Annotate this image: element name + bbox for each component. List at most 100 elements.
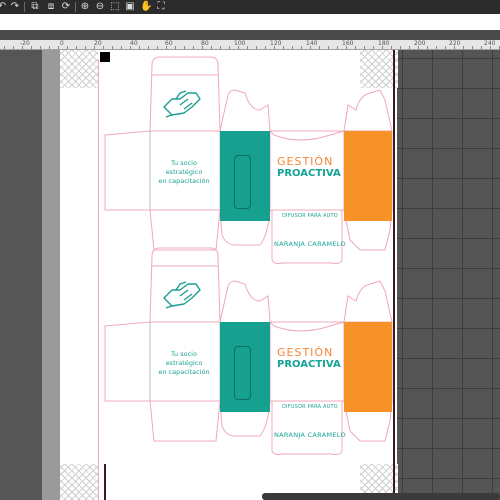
ruler-tick	[427, 46, 428, 49]
undo-icon[interactable]: ↶	[0, 1, 8, 13]
ruler-tick	[148, 46, 149, 49]
ruler-tick	[283, 46, 284, 49]
product-label: DIFUSOR PARA AUTO	[282, 404, 338, 410]
ruler-tick	[481, 46, 482, 49]
ruler-tick	[328, 46, 329, 49]
window-slot	[234, 346, 251, 400]
side-panel-orange	[344, 322, 392, 412]
box-dieline-1[interactable]: Tu socio estratégico en capacitación GES…	[60, 55, 397, 265]
rotate-icon[interactable]: ⟳	[60, 1, 72, 13]
ruler-tick	[184, 46, 185, 49]
ruler-tick	[436, 46, 437, 49]
ruler-label: 200	[414, 40, 426, 47]
ruler-tick	[256, 46, 257, 49]
tagline-line: estratégico	[165, 168, 203, 176]
tagline-line: estratégico	[165, 359, 203, 367]
page-shadow	[42, 50, 60, 500]
brand-name-line2: PROACTIVA	[277, 168, 341, 179]
ruler-tick	[157, 46, 158, 49]
tagline: Tu socio estratégico en capacitación	[144, 159, 224, 186]
horizontal-scrollbar[interactable]	[262, 493, 500, 500]
group-icon[interactable]: ⧉	[29, 1, 41, 13]
ruler-tick	[445, 46, 446, 49]
ruler-tick	[175, 46, 176, 49]
fit-icon[interactable]: ⛶	[155, 1, 167, 13]
ruler-label: 40	[130, 40, 138, 47]
ruler-label: 0	[60, 40, 64, 47]
brand-name-line1: GESTIÓN	[277, 155, 334, 168]
ruler-tick	[391, 46, 392, 49]
toolbar: ↶ ↷ ⧉ ⧈ ⟳ ⊕ ⊖ ⬚ ▣ ✋ ⛶	[0, 0, 500, 14]
design-app: ↶ ↷ ⧉ ⧈ ⟳ ⊕ ⊖ ⬚ ▣ ✋ ⛶ -20 0 20 40 60 80 …	[0, 0, 500, 500]
zoom-in-icon[interactable]: ⊕	[79, 1, 91, 13]
handshake-icon	[163, 90, 201, 118]
options-bar	[0, 14, 500, 30]
ruler-tick	[409, 46, 410, 49]
ungroup-icon[interactable]: ⧈	[45, 1, 57, 13]
ruler-tick	[166, 46, 167, 49]
ruler-tick	[364, 46, 365, 49]
ruler-label: 160	[342, 40, 354, 47]
zoom-out-icon[interactable]: ⊖	[94, 1, 106, 13]
artboard-page[interactable]: Tu socio estratégico en capacitación GES…	[60, 50, 398, 500]
ruler-tick	[229, 46, 230, 49]
ruler-tick	[202, 46, 203, 49]
ruler-tick	[220, 46, 221, 49]
window-slot	[234, 155, 251, 209]
ruler-tick	[301, 46, 302, 49]
redo-icon[interactable]: ↷	[9, 1, 21, 13]
ruler-tick	[193, 46, 194, 49]
ruler-tick	[22, 46, 23, 49]
ruler-tick	[355, 46, 356, 49]
ruler-tick	[292, 46, 293, 49]
ruler-tick	[247, 46, 248, 49]
ruler-tick	[472, 46, 473, 49]
scent-label: NARANJA CARAMELO	[274, 431, 346, 439]
ruler-label: 140	[306, 40, 318, 47]
tagline: Tu socio estratégico en capacitación	[144, 350, 224, 377]
ruler-label: 120	[270, 40, 282, 47]
brand-name-line2: PROACTIVA	[277, 359, 341, 370]
tagline-line: en capacitación	[158, 177, 210, 185]
pasteboard-grid	[396, 50, 500, 500]
ruler-tick	[346, 46, 347, 49]
ruler-tick	[238, 46, 239, 49]
toolbar-separator	[75, 2, 76, 12]
ruler-tick	[211, 46, 212, 49]
zoom-selection-icon[interactable]: ⬚	[109, 1, 121, 13]
ruler-label: 100	[234, 40, 246, 47]
hand-icon[interactable]: ✋	[140, 1, 152, 13]
ruler-tick	[463, 46, 464, 49]
ruler-tick	[265, 46, 266, 49]
ruler-tick	[31, 46, 32, 49]
ruler-tick	[337, 46, 338, 49]
ruler-tick	[139, 46, 140, 49]
ruler-tick	[319, 46, 320, 49]
product-label: DIFUSOR PARA AUTO	[282, 213, 338, 219]
ruler-tick	[58, 46, 59, 49]
brand-name-line1: GESTIÓN	[277, 346, 334, 359]
handshake-icon	[163, 281, 201, 309]
ruler-tick	[382, 46, 383, 49]
box-dieline-2[interactable]: Tu socio estratégico en capacitación GES…	[60, 246, 397, 456]
ruler-tick	[49, 46, 50, 49]
horizontal-ruler[interactable]: -20 0 20 40 60 80 100 120 140 160 180 20…	[0, 40, 500, 50]
tagline-line: Tu socio	[171, 350, 197, 358]
ruler-tick	[94, 46, 95, 49]
ruler-tick	[67, 46, 68, 49]
transparency-pattern	[60, 464, 98, 500]
toolbar-separator	[24, 2, 25, 12]
zoom-page-icon[interactable]: ▣	[124, 1, 136, 13]
ruler-tick	[454, 46, 455, 49]
ruler-tick	[13, 46, 14, 49]
ruler-tick	[490, 46, 491, 49]
side-panel-orange	[344, 131, 392, 221]
left-pasteboard	[0, 50, 42, 500]
tagline-line: en capacitación	[158, 368, 210, 376]
ruler-tick	[4, 46, 5, 49]
tab-bar	[0, 30, 500, 40]
ruler-tick	[310, 46, 311, 49]
ruler-tick	[76, 46, 77, 49]
crop-line	[104, 464, 106, 500]
ruler-tick	[373, 46, 374, 49]
